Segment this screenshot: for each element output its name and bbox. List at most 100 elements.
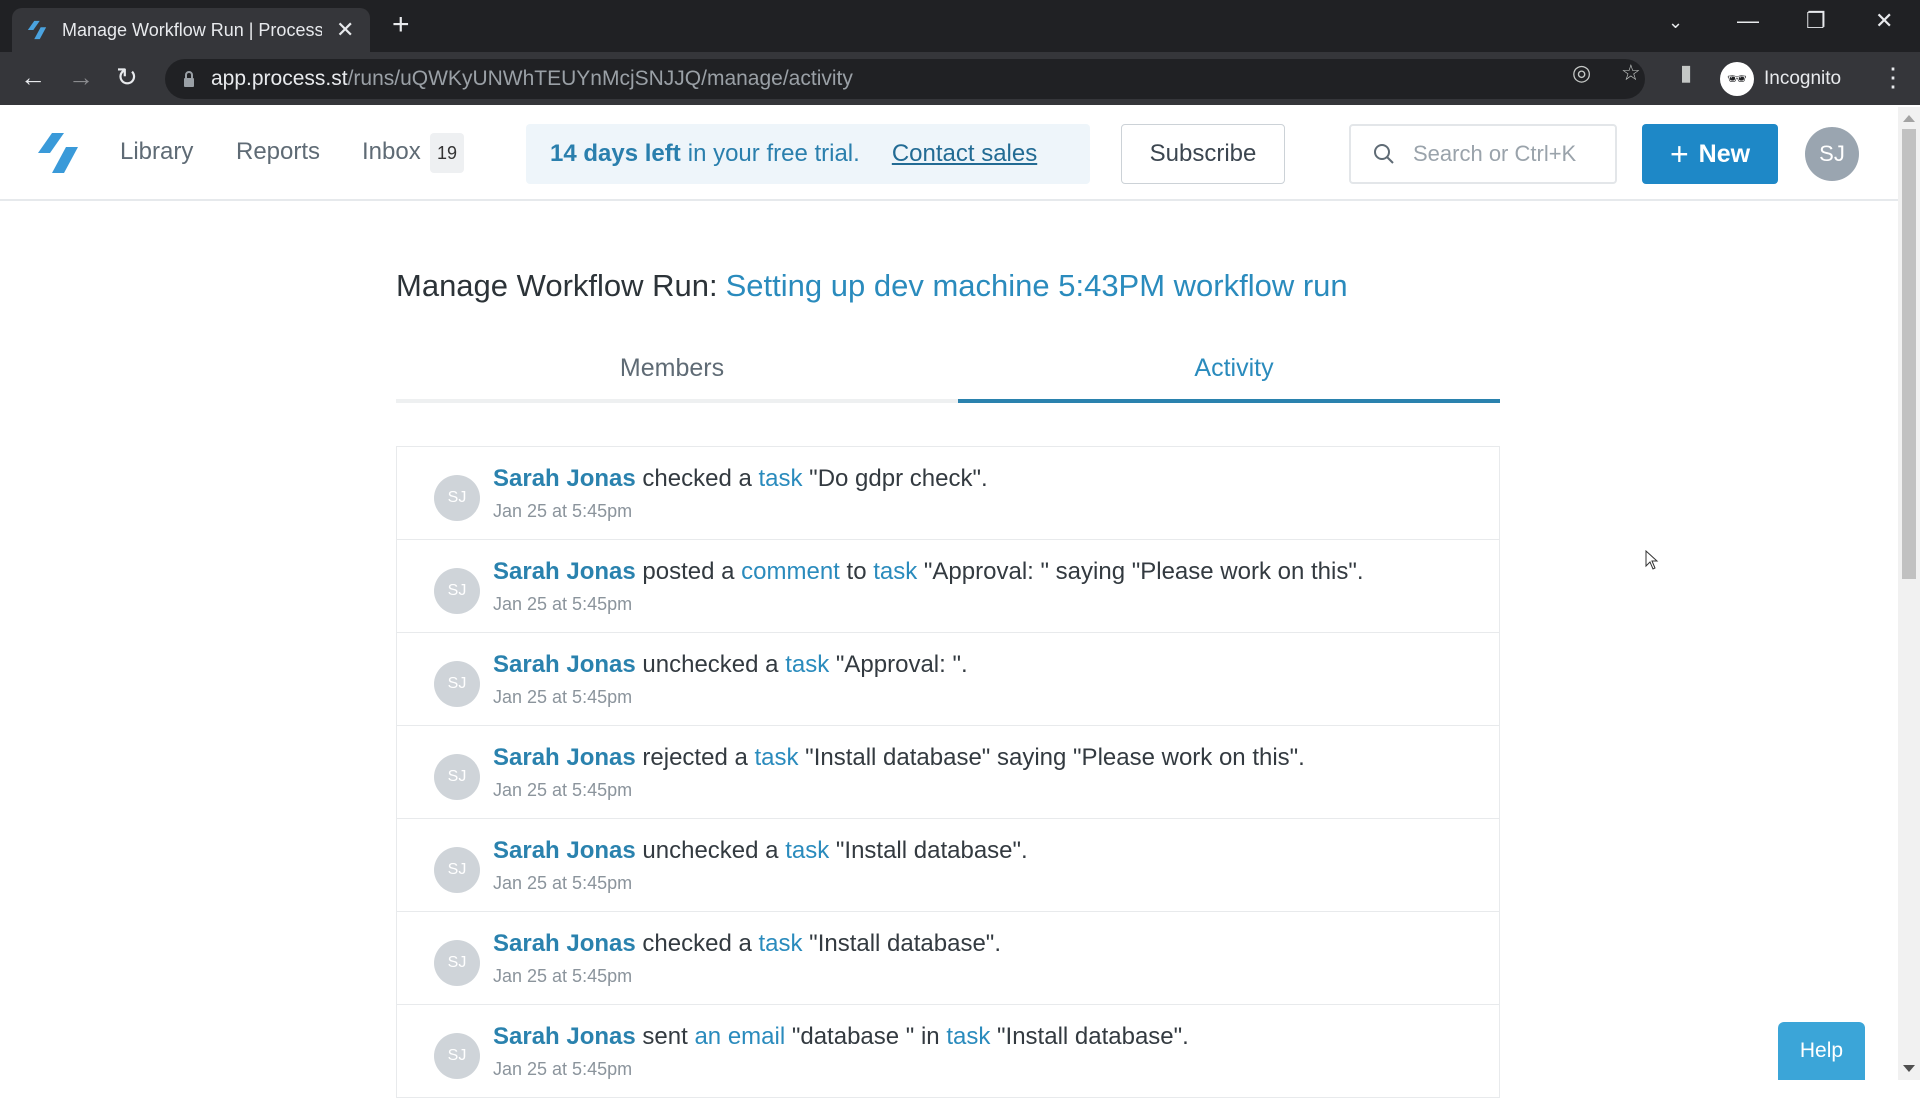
new-tab-icon[interactable]: + bbox=[392, 10, 410, 40]
activity-text: Sarah Jonas unchecked a task "Approval: … bbox=[493, 651, 968, 679]
activity-timestamp: Jan 25 at 5:45pm bbox=[493, 1059, 633, 1079]
scroll-up-arrow-icon[interactable] bbox=[1903, 115, 1915, 122]
user-name-link[interactable]: Sarah Jonas bbox=[493, 930, 636, 957]
process-street-logo-icon[interactable] bbox=[34, 129, 82, 177]
bookmark-star-icon[interactable]: ☆ bbox=[1621, 60, 1641, 86]
contact-sales-link[interactable]: Contact sales bbox=[892, 140, 1037, 168]
search-box[interactable] bbox=[1349, 124, 1617, 184]
tab-activity[interactable]: Activity bbox=[958, 354, 1510, 383]
user-name-link[interactable]: Sarah Jonas bbox=[493, 1023, 636, 1050]
lock-icon bbox=[184, 71, 194, 87]
activity-item: SJ Sarah Jonas checked a task "Install da… bbox=[397, 912, 1499, 1005]
activity-item: SJ Sarah Jonas sent an email "database " … bbox=[397, 1005, 1499, 1098]
activity-text: Sarah Jonas sent an email "database " in… bbox=[493, 1023, 1189, 1051]
nav-reports[interactable]: Reports bbox=[236, 138, 320, 166]
task-link[interactable]: task bbox=[758, 465, 802, 492]
new-button[interactable]: + New bbox=[1642, 124, 1778, 184]
incognito-indicator[interactable]: 🕶 Incognito bbox=[1720, 60, 1841, 98]
browser-toolbar: ← → ↻ app.process.st/runs/uQWKyUNWhTEUYn… bbox=[0, 52, 1920, 105]
tab-members[interactable]: Members bbox=[396, 354, 948, 383]
activity-item: SJ Sarah Jonas unchecked a task "Approval… bbox=[397, 633, 1499, 726]
new-button-label: New bbox=[1698, 139, 1751, 168]
user-name-link[interactable]: Sarah Jonas bbox=[493, 837, 636, 864]
browser-menu-icon[interactable]: ⋮ bbox=[1880, 62, 1906, 93]
activity-text-segment: "Install database". bbox=[835, 837, 1028, 864]
activity-text: Sarah Jonas posted a comment to task "Ap… bbox=[493, 558, 1364, 586]
address-bar[interactable]: app.process.st/runs/uQWKyUNWhTEUYnMcjSNJ… bbox=[165, 59, 1645, 99]
activity-item: SJ Sarah Jonas posted a comment to task "… bbox=[397, 540, 1499, 633]
workflow-run-name-link[interactable]: Setting up dev machine 5:43PM workflow r… bbox=[726, 268, 1348, 303]
browser-tab-bar: Manage Workflow Run | Process ✕ + ⌄ — ❐ … bbox=[0, 0, 1920, 52]
avatar: SJ bbox=[434, 568, 480, 614]
side-panel-icon[interactable]: ▮ bbox=[1680, 60, 1692, 86]
avatar: SJ bbox=[434, 754, 480, 800]
activity-timestamp: Jan 25 at 5:45pm bbox=[493, 873, 633, 893]
task-link[interactable]: task bbox=[785, 651, 829, 678]
window-close-icon[interactable]: ✕ bbox=[1875, 8, 1893, 34]
mouse-cursor-icon bbox=[1645, 550, 1659, 570]
scroll-thumb[interactable] bbox=[1902, 129, 1916, 579]
forward-icon[interactable]: → bbox=[68, 62, 94, 93]
activity-text-segment: checked a bbox=[642, 465, 752, 492]
task-link[interactable]: task bbox=[873, 558, 917, 585]
task-link[interactable]: task bbox=[758, 930, 802, 957]
activity-timestamp: Jan 25 at 5:45pm bbox=[493, 780, 633, 800]
an-email-link[interactable]: an email bbox=[694, 1023, 785, 1050]
activity-text-segment: rejected a bbox=[642, 744, 748, 771]
restore-icon[interactable]: ❐ bbox=[1806, 8, 1826, 34]
comment-link[interactable]: comment bbox=[741, 558, 840, 585]
activity-item: SJ Sarah Jonas unchecked a task "Install … bbox=[397, 819, 1499, 912]
reload-icon[interactable]: ↻ bbox=[116, 62, 138, 93]
user-name-link[interactable]: Sarah Jonas bbox=[493, 465, 636, 492]
activity-text-segment: sent bbox=[642, 1023, 688, 1050]
activity-timestamp: Jan 25 at 5:45pm bbox=[493, 966, 633, 986]
task-link[interactable]: task bbox=[754, 744, 798, 771]
trial-text: in your free trial. bbox=[687, 140, 860, 167]
nav-inbox[interactable]: Inbox bbox=[362, 138, 421, 166]
activity-text-segment: posted a bbox=[642, 558, 735, 585]
activity-text-segment: "Install database" saying "Please work o… bbox=[805, 744, 1305, 771]
page-title-prefix: Manage Workflow Run: bbox=[396, 268, 718, 303]
user-avatar[interactable]: SJ bbox=[1805, 127, 1859, 181]
avatar: SJ bbox=[434, 475, 480, 521]
process-street-favicon-icon bbox=[27, 20, 47, 40]
task-link[interactable]: task bbox=[946, 1023, 990, 1050]
activity-item: SJ Sarah Jonas rejected a task "Install d… bbox=[397, 726, 1499, 819]
url-text: app.process.st/runs/uQWKyUNWhTEUYnMcjSNJ… bbox=[211, 67, 853, 90]
tab-close-icon[interactable]: ✕ bbox=[336, 17, 354, 43]
search-input[interactable] bbox=[1413, 141, 1603, 167]
browser-tab[interactable]: Manage Workflow Run | Process ✕ bbox=[12, 8, 370, 52]
avatar: SJ bbox=[434, 847, 480, 893]
user-name-link[interactable]: Sarah Jonas bbox=[493, 558, 636, 585]
activity-text: Sarah Jonas rejected a task "Install dat… bbox=[493, 744, 1305, 772]
activity-timestamp: Jan 25 at 5:45pm bbox=[493, 687, 633, 707]
avatar: SJ bbox=[434, 1033, 480, 1079]
activity-text: Sarah Jonas checked a task "Install data… bbox=[493, 930, 1001, 958]
activity-feed: SJ Sarah Jonas checked a task "Do gdpr ch… bbox=[396, 446, 1500, 1098]
tracking-protection-eye-icon[interactable]: ◎ bbox=[1572, 60, 1591, 86]
back-icon[interactable]: ← bbox=[20, 62, 46, 93]
page-title: Manage Workflow Run: Setting up dev machi… bbox=[396, 268, 1348, 304]
activity-text-segment: "database " in bbox=[791, 1023, 940, 1050]
activity-text: Sarah Jonas unchecked a task "Install da… bbox=[493, 837, 1028, 865]
plus-icon: + bbox=[1669, 136, 1689, 172]
avatar: SJ bbox=[434, 940, 480, 986]
activity-text: Sarah Jonas checked a task "Do gdpr chec… bbox=[493, 465, 988, 493]
inbox-count-badge: 19 bbox=[430, 133, 464, 173]
activity-text-segment: "Install database". bbox=[997, 1023, 1189, 1050]
nav-library[interactable]: Library bbox=[120, 138, 193, 166]
search-icon bbox=[1374, 144, 1394, 164]
user-name-link[interactable]: Sarah Jonas bbox=[493, 744, 636, 771]
tab-search-chevron-icon[interactable]: ⌄ bbox=[1668, 12, 1683, 33]
activity-item: SJ Sarah Jonas checked a task "Do gdpr ch… bbox=[397, 447, 1499, 540]
subscribe-button[interactable]: Subscribe bbox=[1121, 124, 1285, 184]
help-button[interactable]: Help bbox=[1778, 1022, 1865, 1080]
scroll-down-arrow-icon[interactable] bbox=[1903, 1065, 1915, 1072]
minimize-icon[interactable]: — bbox=[1737, 8, 1759, 34]
tab-title: Manage Workflow Run | Process bbox=[62, 19, 322, 40]
trial-days-left: 14 days left bbox=[550, 140, 681, 167]
user-name-link[interactable]: Sarah Jonas bbox=[493, 651, 636, 678]
task-link[interactable]: task bbox=[785, 837, 829, 864]
activity-text-segment: to bbox=[846, 558, 867, 585]
page-scrollbar[interactable] bbox=[1898, 107, 1920, 1080]
